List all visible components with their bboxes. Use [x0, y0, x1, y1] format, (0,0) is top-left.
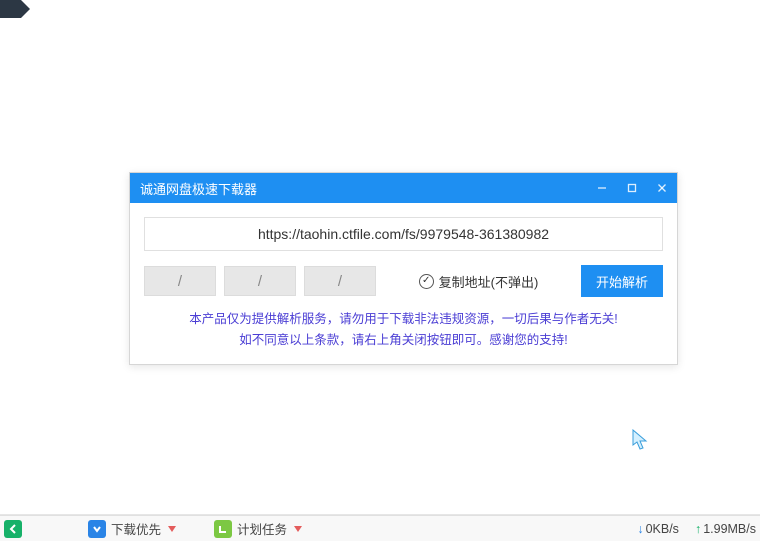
l-shape-icon	[218, 524, 228, 534]
download-priority-label: 下载优先	[111, 519, 161, 538]
status-badge-lightgreen	[214, 520, 232, 538]
status-bar: 下载优先 计划任务 ↓ 0KB/s ↑ 1.99MB/s	[0, 515, 760, 541]
dialog-titlebar[interactable]: 诚通网盘极速下载器	[130, 173, 677, 203]
close-button[interactable]	[647, 173, 677, 203]
cursor-icon	[632, 429, 650, 451]
close-icon	[657, 183, 667, 193]
download-speed: ↓ 0KB/s	[637, 522, 679, 536]
statusbar-right: ↓ 0KB/s ↑ 1.99MB/s	[637, 522, 756, 536]
chevron-left-icon	[9, 524, 17, 534]
scheduled-task-item[interactable]: 计划任务	[214, 519, 302, 538]
sidebar-collapsed-tab[interactable]	[0, 0, 21, 18]
dropdown-indicator-icon	[168, 526, 176, 532]
start-parse-button[interactable]: 开始解析	[581, 265, 663, 297]
minimize-button[interactable]	[587, 173, 617, 203]
maximize-icon	[627, 183, 637, 193]
upload-arrow-icon: ↑	[695, 522, 701, 536]
disclaimer-text: 本产品仅为提供解析服务，请勿用于下载非法违规资源，一切后果与作者无关! 如不同意…	[144, 309, 663, 352]
scheduled-task-label: 计划任务	[237, 519, 287, 538]
window-controls	[587, 173, 677, 203]
download-speed-value: 0KB/s	[646, 522, 679, 536]
downloader-dialog: 诚通网盘极速下载器 / / / ✓ 复制地址	[129, 172, 678, 365]
check-circle-icon: ✓	[419, 274, 434, 289]
slot-button-2[interactable]: /	[224, 266, 296, 296]
upload-speed: ↑ 1.99MB/s	[695, 522, 756, 536]
checkbox-label: 复制地址(不弹出)	[439, 272, 539, 291]
main-content-area: 诚通网盘极速下载器 / / / ✓ 复制地址	[21, 0, 760, 515]
download-arrow-icon: ↓	[637, 522, 643, 536]
disclaimer-line-2: 如不同意以上条款，请右上角关闭按钮即可。感谢您的支持!	[144, 330, 663, 351]
copy-address-checkbox[interactable]: ✓ 复制地址(不弹出)	[384, 272, 573, 291]
statusbar-left: 下载优先 计划任务	[4, 519, 302, 538]
chevron-down-icon	[93, 524, 101, 534]
maximize-button[interactable]	[617, 173, 647, 203]
dialog-title: 诚通网盘极速下载器	[140, 179, 257, 198]
slot-button-1[interactable]: /	[144, 266, 216, 296]
status-badge-green[interactable]	[4, 520, 22, 538]
url-input[interactable]	[144, 217, 663, 251]
controls-row: / / / ✓ 复制地址(不弹出) 开始解析	[144, 265, 663, 297]
status-badge-blue	[88, 520, 106, 538]
minimize-icon	[597, 183, 607, 193]
dropdown-indicator-icon	[294, 526, 302, 532]
dialog-body: / / / ✓ 复制地址(不弹出) 开始解析 本产品仅为提供解析服务，请勿用于下…	[130, 203, 677, 364]
disclaimer-line-1: 本产品仅为提供解析服务，请勿用于下载非法违规资源，一切后果与作者无关!	[144, 309, 663, 330]
slot-button-3[interactable]: /	[304, 266, 376, 296]
upload-speed-value: 1.99MB/s	[703, 522, 756, 536]
download-priority-item[interactable]: 下载优先	[88, 519, 176, 538]
